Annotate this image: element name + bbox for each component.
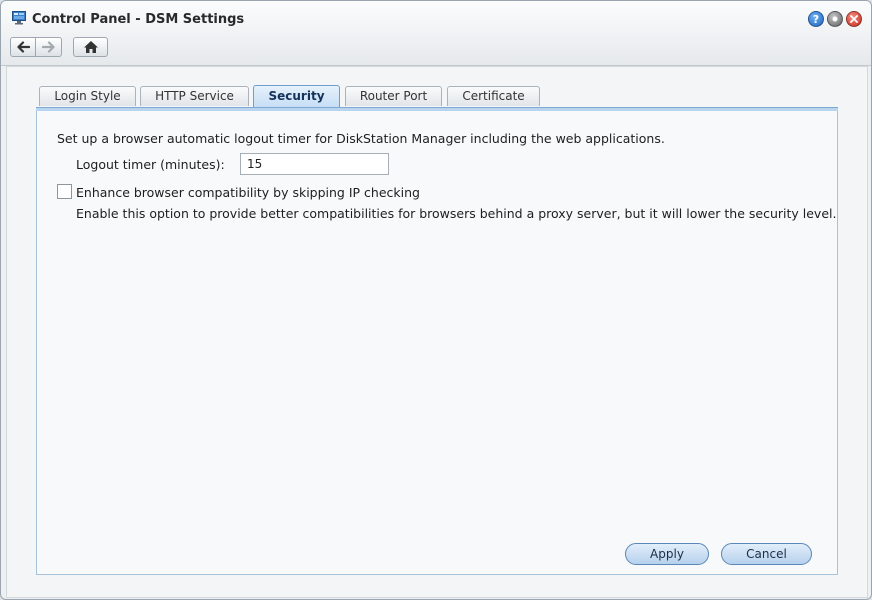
arrow-right-icon: [41, 41, 55, 53]
help-symbol: ?: [812, 12, 820, 26]
close-icon[interactable]: [846, 11, 862, 27]
back-button[interactable]: [10, 37, 36, 57]
control-panel-icon: [12, 11, 26, 25]
apply-button[interactable]: Apply: [625, 543, 709, 565]
security-panel: Set up a browser automatic logout timer …: [36, 111, 838, 575]
control-panel-window: Control Panel - DSM Settings ? Login Sty…: [0, 0, 872, 600]
logout-timer-input[interactable]: [240, 153, 389, 175]
logout-timer-label: Logout timer (minutes):: [76, 157, 225, 172]
skip-ip-check-checkbox[interactable]: [57, 184, 72, 199]
forward-button[interactable]: [36, 37, 62, 57]
content-area: Login Style HTTP Service Security Router…: [6, 66, 868, 598]
arrow-left-icon: [17, 41, 30, 53]
cancel-button[interactable]: Cancel: [721, 543, 812, 565]
window-controls: ?: [808, 11, 862, 27]
title-bar: Control Panel - DSM Settings ?: [1, 1, 871, 66]
home-icon: [83, 41, 98, 53]
window-title: Control Panel - DSM Settings: [32, 12, 245, 27]
skip-ip-check-help: Enable this option to provide better com…: [76, 206, 837, 221]
close-glyph: [850, 15, 858, 23]
tab-router-port[interactable]: Router Port: [345, 86, 442, 106]
tab-security[interactable]: Security: [253, 85, 340, 107]
tab-certificate[interactable]: Certificate: [447, 86, 540, 106]
navigation-toolbar: [10, 37, 108, 57]
home-button[interactable]: [73, 37, 108, 57]
minimize-icon[interactable]: [827, 11, 843, 27]
tab-login-style[interactable]: Login Style: [39, 86, 136, 106]
minimize-glyph: [832, 16, 838, 22]
security-description: Set up a browser automatic logout timer …: [57, 131, 665, 146]
tab-http-service[interactable]: HTTP Service: [140, 86, 249, 106]
skip-ip-check-label[interactable]: Enhance browser compatibility by skippin…: [76, 185, 420, 200]
help-icon[interactable]: ?: [808, 11, 824, 27]
